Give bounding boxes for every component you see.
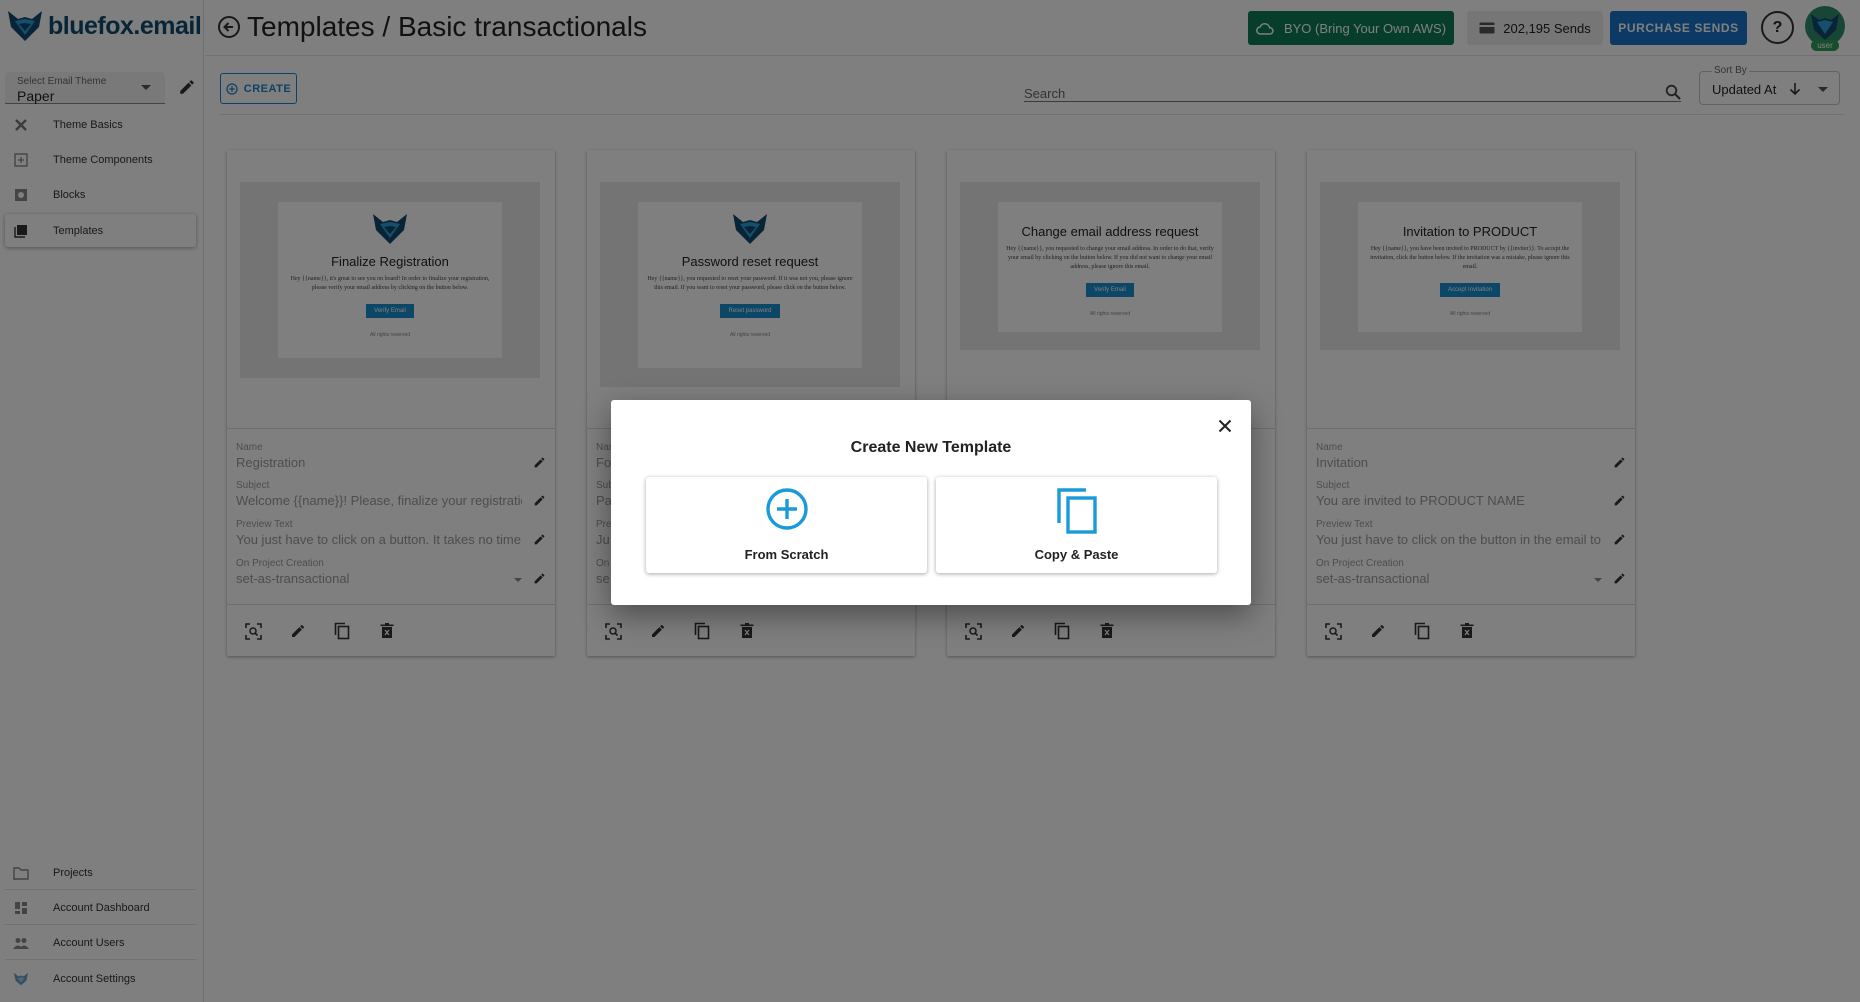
close-icon[interactable]: [1215, 416, 1235, 436]
copy-paste-option[interactable]: Copy & Paste: [936, 477, 1217, 573]
option-label: Copy & Paste: [1034, 547, 1119, 562]
dialog-title: Create New Template: [850, 439, 1012, 456]
from-scratch-option[interactable]: From Scratch: [646, 477, 927, 573]
create-template-dialog: Create New Template From Scratch Copy & …: [611, 400, 1251, 605]
option-label: From Scratch: [744, 547, 829, 562]
copy-icon: [1056, 488, 1097, 534]
add-circle-icon: [765, 488, 808, 530]
